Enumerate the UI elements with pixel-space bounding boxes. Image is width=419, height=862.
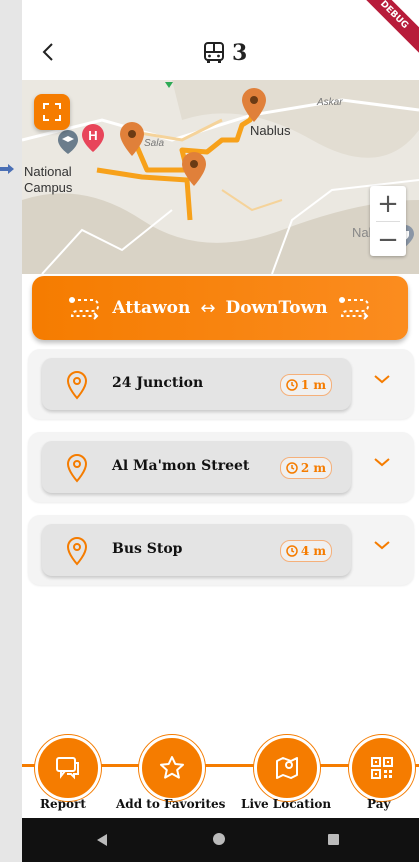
list-item[interactable]: Al Ma'mon Street 2 m bbox=[28, 432, 414, 502]
eta-text: 2 m bbox=[300, 461, 327, 475]
live-location-button[interactable] bbox=[254, 735, 320, 801]
location-pin-icon bbox=[66, 453, 88, 483]
clock-icon bbox=[286, 545, 298, 557]
add-to-favorites-button[interactable] bbox=[139, 735, 205, 801]
nav-back-icon[interactable] bbox=[96, 834, 108, 846]
school-icon bbox=[58, 130, 78, 154]
report-icon bbox=[56, 757, 79, 780]
report-label: Report bbox=[40, 797, 86, 811]
stop-name: 24 Junction bbox=[112, 375, 204, 391]
background-window-edge bbox=[0, 0, 22, 862]
svg-text:H: H bbox=[88, 128, 97, 143]
location-pin-icon bbox=[66, 370, 88, 400]
stop-card[interactable]: 24 Junction 1 m bbox=[42, 358, 351, 410]
system-navigation-bar bbox=[22, 818, 419, 862]
zoom-in-button[interactable]: + bbox=[370, 186, 406, 221]
route-icon bbox=[69, 297, 100, 320]
debug-banner: DEBUG bbox=[355, 0, 419, 54]
route-icon-right bbox=[338, 297, 369, 320]
zoom-out-button[interactable]: − bbox=[370, 222, 406, 257]
map-background bbox=[22, 80, 419, 274]
stop-name: Bus Stop bbox=[112, 541, 183, 557]
map-label-national: National bbox=[24, 164, 72, 179]
eta-text: 4 m bbox=[300, 544, 327, 558]
map-pin-stop-1[interactable] bbox=[120, 122, 144, 156]
pay-label: Pay bbox=[367, 797, 391, 811]
chevron-down-icon[interactable] bbox=[373, 456, 391, 468]
star-icon bbox=[160, 756, 184, 779]
map-label-sala: Sala bbox=[144, 138, 165, 149]
eta-text: 1 m bbox=[300, 378, 327, 392]
route-banner: Attawon ↔ DownTown bbox=[32, 276, 408, 340]
back-button[interactable] bbox=[34, 38, 62, 66]
eta-badge: 4 m bbox=[280, 540, 332, 562]
stop-card[interactable]: Bus Stop 4 m bbox=[42, 524, 351, 576]
map-pin-icon bbox=[276, 757, 298, 779]
page-title: 3 bbox=[202, 40, 247, 66]
hospital-icon: H bbox=[82, 124, 104, 152]
route-map[interactable]: National Campus Nablus Nablus Askar Sala… bbox=[22, 80, 419, 274]
stop-name: Al Ma'mon Street bbox=[112, 458, 250, 474]
fullscreen-button[interactable] bbox=[34, 94, 70, 130]
eta-badge: 1 m bbox=[280, 374, 332, 396]
route-from: Attawon bbox=[112, 298, 191, 318]
chevron-down-icon[interactable] bbox=[373, 373, 391, 385]
clock-icon bbox=[286, 462, 298, 474]
location-pin-icon bbox=[66, 536, 88, 566]
report-button[interactable] bbox=[35, 735, 101, 801]
list-item[interactable]: 24 Junction 1 m bbox=[28, 349, 414, 419]
chevron-left-icon bbox=[42, 43, 53, 61]
zoom-controls: + − bbox=[370, 186, 406, 256]
fullscreen-icon bbox=[43, 103, 61, 121]
map-pin-stop-3[interactable] bbox=[242, 88, 266, 122]
map-pin-stop-2[interactable] bbox=[182, 152, 206, 186]
clock-icon bbox=[286, 379, 298, 391]
map-label-nablus: Nablus bbox=[250, 123, 291, 138]
qr-code-icon bbox=[371, 757, 393, 779]
arrow-icon bbox=[0, 164, 14, 174]
chevron-down-icon[interactable] bbox=[373, 539, 391, 551]
nav-recents-icon[interactable] bbox=[328, 834, 339, 845]
app-bar: 3 DEBUG bbox=[22, 0, 419, 80]
route-arrow: ↔ bbox=[200, 297, 216, 319]
list-item[interactable]: Bus Stop 4 m bbox=[28, 515, 414, 585]
add-to-favorites-label: Add to Favorites bbox=[116, 797, 226, 811]
map-label-campus: Campus bbox=[24, 180, 73, 195]
route-number: 3 bbox=[232, 40, 248, 66]
nav-home-icon[interactable] bbox=[213, 833, 225, 845]
eta-badge: 2 m bbox=[280, 457, 332, 479]
route-to: DownTown bbox=[225, 298, 328, 318]
stop-card[interactable]: Al Ma'mon Street 2 m bbox=[42, 441, 351, 493]
map-label-askar: Askar bbox=[317, 97, 343, 108]
pay-button[interactable] bbox=[349, 735, 415, 801]
live-location-label: Live Location bbox=[241, 797, 332, 811]
bus-icon bbox=[204, 42, 224, 63]
phone-screen: 3 DEBUG National Campus Nablus Nablus As… bbox=[22, 0, 419, 862]
